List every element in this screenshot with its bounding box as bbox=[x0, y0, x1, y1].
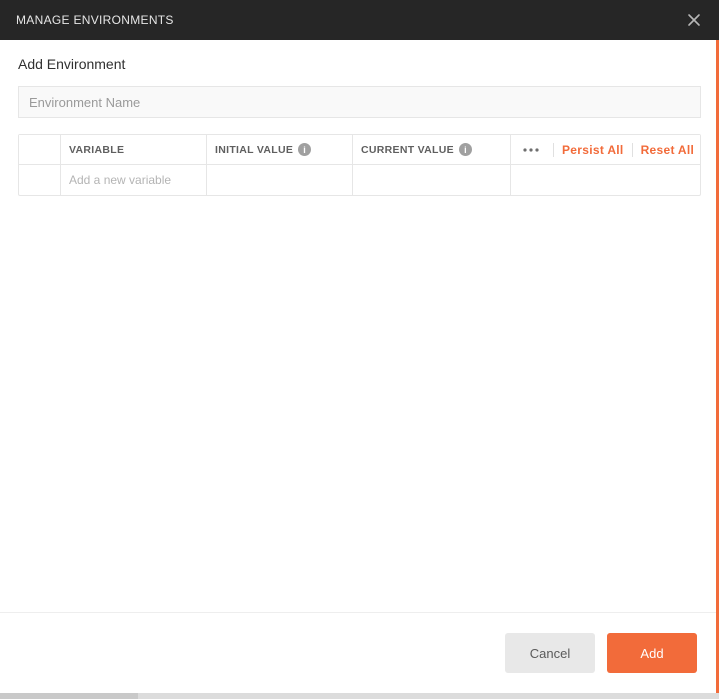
row-checkbox-cell[interactable] bbox=[19, 165, 61, 195]
separator bbox=[632, 143, 633, 157]
new-variable-input[interactable] bbox=[69, 173, 198, 187]
modal-footer: Cancel Add bbox=[0, 612, 719, 693]
info-icon[interactable]: i bbox=[459, 143, 472, 156]
column-header-variable-label: VARIABLE bbox=[69, 144, 124, 156]
column-header-initial-value: INITIAL VALUE i bbox=[207, 135, 353, 164]
reset-all-button[interactable]: Reset All bbox=[641, 143, 695, 157]
modal-content: Add Environment VARIABLE INITIAL VALUE i… bbox=[0, 40, 719, 693]
bottom-strip-b bbox=[138, 693, 719, 699]
close-icon[interactable] bbox=[685, 11, 703, 29]
table-row bbox=[19, 165, 700, 195]
environment-name-input[interactable] bbox=[18, 86, 701, 118]
info-icon[interactable]: i bbox=[298, 143, 311, 156]
initial-value-cell[interactable] bbox=[207, 165, 353, 195]
bottom-strip-a bbox=[0, 693, 138, 699]
row-actions-cell bbox=[511, 165, 700, 195]
column-header-variable: VARIABLE bbox=[61, 135, 207, 164]
persist-all-button[interactable]: Persist All bbox=[562, 143, 624, 157]
modal-main: Add Environment VARIABLE INITIAL VALUE i… bbox=[0, 40, 719, 612]
variables-table: VARIABLE INITIAL VALUE i CURRENT VALUE i bbox=[18, 134, 701, 196]
modal-title: MANAGE ENVIRONMENTS bbox=[16, 13, 174, 27]
add-button[interactable]: Add bbox=[607, 633, 697, 673]
modal-titlebar: MANAGE ENVIRONMENTS bbox=[0, 0, 719, 40]
cancel-button[interactable]: Cancel bbox=[505, 633, 595, 673]
column-header-current-value-label: CURRENT VALUE bbox=[361, 144, 454, 156]
bottom-strip bbox=[0, 693, 719, 699]
column-header-current-value: CURRENT VALUE i bbox=[353, 135, 511, 164]
column-header-initial-value-label: INITIAL VALUE bbox=[215, 144, 293, 156]
section-title: Add Environment bbox=[18, 56, 701, 72]
column-header-actions: Persist All Reset All bbox=[511, 135, 704, 164]
more-options-icon[interactable] bbox=[517, 148, 545, 152]
table-header-row: VARIABLE INITIAL VALUE i CURRENT VALUE i bbox=[19, 135, 700, 165]
current-value-cell[interactable] bbox=[353, 165, 511, 195]
variable-cell[interactable] bbox=[61, 165, 207, 195]
column-header-checkbox bbox=[19, 135, 61, 164]
separator bbox=[553, 143, 554, 157]
